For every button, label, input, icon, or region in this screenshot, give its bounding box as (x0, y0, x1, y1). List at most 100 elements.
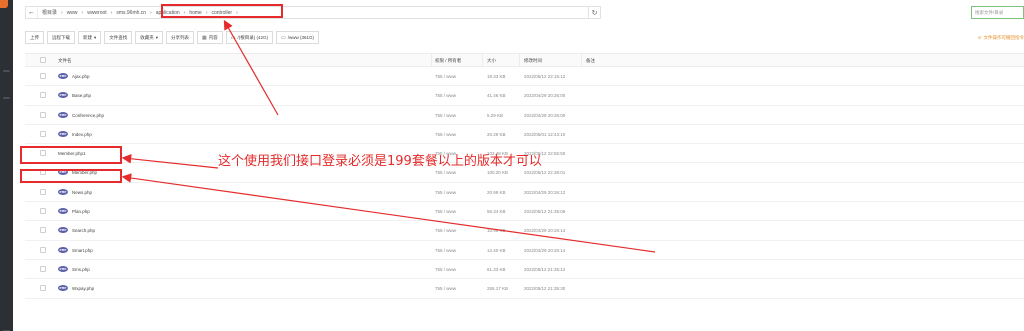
row-checkbox[interactable] (40, 92, 46, 99)
column-divider (482, 54, 483, 67)
file-mtime: 2022/05/12 21:35:12 (524, 266, 566, 272)
file-name[interactable]: Ajax.php (72, 74, 90, 79)
path-bar: ← 根目录 › www › wwwroot › sms.96mh.cn › applic… (25, 6, 601, 19)
undo-hint[interactable]: ⊙ 文件操作可撤回指令 (978, 35, 1024, 41)
row-checkbox[interactable] (40, 285, 46, 292)
file-mtime: 2022/04/29 20:26:00 (524, 93, 566, 99)
file-mtime: 2022/04/29 20:26:00 (524, 112, 566, 118)
file-permission[interactable]: 755 / www (435, 132, 456, 137)
file-permission[interactable]: 755 / www (435, 209, 456, 214)
file-permission[interactable]: 755 / www (435, 74, 456, 79)
table-row[interactable]: PHP Ajax.php 755 / www 19.33 KB 2022/05/12 2… (25, 67, 1024, 87)
header-remark: 备注 (586, 58, 595, 63)
table-row[interactable]: PHP Plan.php 755 / www 56.34 KB 2022/05/12 2… (25, 202, 1024, 222)
file-mtime: 2022/05/12 22:15:12 (524, 74, 566, 79)
breadcrumb-item[interactable]: wwwroot › (87, 10, 112, 16)
file-name[interactable]: Base.php (72, 93, 91, 98)
php-file-icon: PHP (58, 246, 68, 253)
breadcrumb-item[interactable]: www › (67, 10, 84, 16)
chevron-right-icon: › (81, 9, 84, 16)
file-permission[interactable]: 755 / www (435, 170, 456, 175)
logo-icon (0, 0, 8, 8)
file-name[interactable]: Search.php (72, 228, 95, 233)
annotation-text: 这个使用我们接口登录必须是199套餐以上的版本才可以 (218, 154, 542, 169)
file-name[interactable]: News.php (72, 190, 92, 195)
header-mtime[interactable]: 修改时间 (524, 58, 542, 64)
table-row[interactable]: PHP Index.php 755 / www 20.29 KB 2022/05/01 … (25, 125, 1024, 145)
php-file-icon: PHP (58, 130, 68, 137)
row-checkbox[interactable] (40, 246, 46, 253)
header-name[interactable]: 文件名 (58, 58, 72, 64)
file-size: 10.99 KB (487, 228, 506, 234)
new-button[interactable]: 新建 ▾ (78, 31, 102, 44)
file-size: 20.99 KB (487, 189, 506, 195)
row-checkbox[interactable] (40, 130, 46, 137)
calendar-button[interactable]: ▦ 内容 (197, 31, 223, 44)
chevron-right-icon: › (110, 9, 113, 16)
header-permission[interactable]: 权限 / 所有者 (435, 58, 461, 64)
upload-button[interactable]: 上传 (25, 31, 44, 44)
file-size: 56.34 KB (487, 209, 506, 215)
file-permission[interactable]: 755 / www (435, 228, 456, 233)
disk-root-button[interactable]: ▭/(根目录) (42G) (225, 31, 273, 44)
disk-www-button[interactable]: ▭/www (361G) (276, 31, 319, 44)
refresh-button[interactable]: ↻ (588, 7, 600, 18)
file-name[interactable]: Index.php (72, 132, 92, 137)
file-name[interactable]: Wxpay.php (72, 286, 94, 291)
remote-download-button[interactable]: 远程下载 (47, 31, 75, 44)
back-button[interactable]: ← (26, 7, 38, 18)
search-input[interactable]: 搜索文件/目录 (971, 6, 1024, 19)
caret-down-icon: ▾ (155, 34, 159, 40)
row-checkbox[interactable] (40, 265, 46, 272)
row-checkbox[interactable] (40, 73, 46, 79)
select-all-checkbox[interactable] (40, 57, 46, 63)
sidebar-item[interactable] (3, 70, 10, 72)
table-row[interactable]: PHP Wxpay.php 755 / www 255.17 KB 2022/05/12… (25, 279, 1024, 299)
column-divider (431, 54, 432, 67)
arrow-left-icon: ← (28, 9, 35, 16)
row-checkbox[interactable] (40, 227, 46, 234)
file-mtime: 2022/05/12 22:38:01 (524, 170, 566, 176)
favorites-button[interactable]: 收藏夹 ▾ (135, 31, 164, 44)
sidebar-item[interactable] (3, 97, 10, 99)
file-permission[interactable]: 755 / www (435, 190, 456, 195)
row-checkbox[interactable] (40, 111, 46, 118)
file-size: 255.17 KB (487, 286, 509, 292)
file-permission[interactable]: 755 / www (435, 113, 456, 118)
path-highlight-box (161, 4, 283, 18)
row-checkbox[interactable] (40, 208, 46, 215)
calendar-icon: ▦ (202, 34, 207, 41)
breadcrumb-item[interactable]: sms.96mh.cn › (116, 10, 151, 16)
table-header: 文件名 权限 / 所有者 大小 修改时间 备注 (25, 53, 1024, 67)
table-row[interactable]: PHP Search.php 755 / www 10.99 KB 2022/04/29… (25, 221, 1024, 241)
share-list-button[interactable]: 分享列表 (166, 31, 195, 44)
file-permission[interactable]: 755 / www (435, 286, 456, 291)
file-permission[interactable]: 755 / www (435, 248, 456, 253)
file-table: 文件名 权限 / 所有者 大小 修改时间 备注 PHP Ajax.php 755 /… (25, 53, 1024, 299)
table-row[interactable]: PHP Sms.php 755 / www 61.33 KB 2022/05/12 21… (25, 260, 1024, 280)
table-row[interactable]: PHP Conference.php 755 / www 5.29 KB 2022/04… (25, 106, 1024, 125)
info-icon: ⊙ (977, 35, 982, 40)
chevron-right-icon: › (150, 9, 152, 16)
file-permission[interactable]: 755 / www (435, 267, 456, 272)
file-name[interactable]: Smart.php (72, 248, 93, 253)
breadcrumb-item[interactable]: 根目录 › (42, 9, 63, 17)
file-search-button[interactable]: 文件查找 (104, 31, 133, 44)
table-row[interactable]: PHP Smart.php 755 / www 12.40 KB 2022/04/29 … (25, 241, 1024, 260)
header-size[interactable]: 大小 (487, 58, 496, 64)
disk-icon: ▭ (230, 34, 236, 41)
file-name[interactable]: Plan.php (72, 209, 90, 214)
disk-icon: ▭ (281, 34, 286, 41)
file-mtime: 2022/04/29 20:26:12 (524, 189, 566, 195)
file-mtime: 2022/05/12 21:35:06 (524, 209, 566, 215)
php-file-icon: PHP (58, 227, 68, 234)
toolbar: 上传 远程下载 新建 ▾ 文件查找 收藏夹 ▾ 分享列表 ▦ 内容 ▭/(根目录) (… (25, 31, 322, 44)
column-divider (519, 54, 520, 67)
file-permission[interactable]: 755 / www (435, 93, 456, 98)
chevron-right-icon: › (61, 9, 63, 16)
table-row[interactable]: PHP News.php 755 / www 20.99 KB 2022/04/29 2… (25, 183, 1024, 203)
row-checkbox[interactable] (40, 188, 46, 195)
table-row[interactable]: PHP Base.php 755 / www 41.46 KB 2022/04/29 2… (25, 86, 1024, 106)
file-name[interactable]: Sms.php (72, 267, 90, 272)
file-name[interactable]: Conference.php (72, 113, 104, 118)
